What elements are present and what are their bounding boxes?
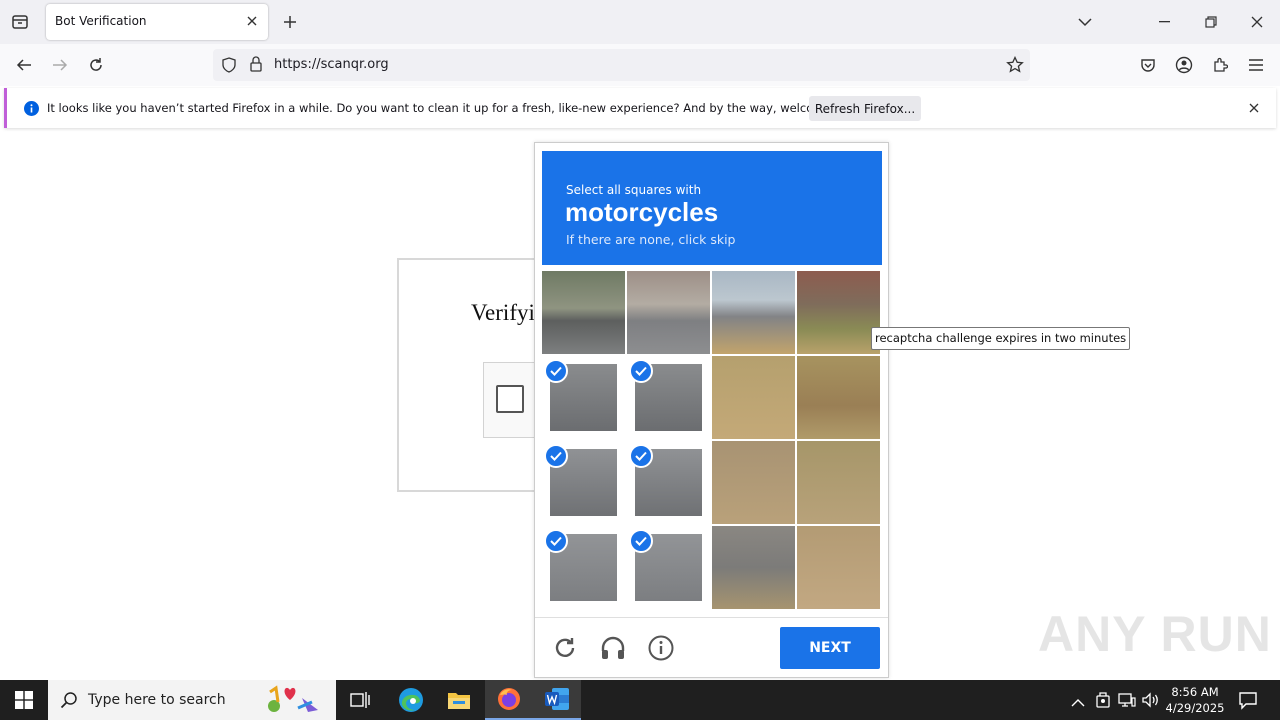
list-all-tabs-icon[interactable] xyxy=(1062,0,1108,44)
tile-image xyxy=(797,441,880,524)
clock-time: 8:56 AM xyxy=(1171,685,1219,699)
reload-challenge-icon[interactable] xyxy=(551,634,579,662)
audio-challenge-icon[interactable] xyxy=(599,634,627,662)
anyrun-watermark: ANY RUN xyxy=(1038,606,1272,662)
tile-image xyxy=(712,441,795,524)
show-hidden-icons-icon[interactable] xyxy=(1071,693,1085,712)
account-icon[interactable] xyxy=(1172,53,1196,77)
challenge-grid xyxy=(542,271,882,609)
volume-icon[interactable] xyxy=(1142,692,1160,712)
search-highlight-icon xyxy=(262,684,328,720)
address-bar[interactable]: https://scanqr.org xyxy=(213,49,1030,81)
tray-app-icon[interactable] xyxy=(1095,691,1111,713)
search-placeholder: Type here to search xyxy=(88,692,226,708)
tile-image xyxy=(797,356,880,439)
captcha-tile[interactable] xyxy=(797,526,880,609)
tab-title: Bot Verification xyxy=(55,14,147,28)
close-window-icon[interactable] xyxy=(1234,0,1280,44)
restore-icon[interactable] xyxy=(1188,0,1234,44)
captcha-tile[interactable] xyxy=(712,356,795,439)
taskbar-search-box[interactable]: Type here to search xyxy=(48,680,336,720)
challenge-hint: If there are none, click skip xyxy=(566,232,736,247)
windows-start-icon[interactable] xyxy=(0,680,48,720)
menu-icon[interactable] xyxy=(1244,53,1268,77)
tracking-shield-icon[interactable] xyxy=(221,57,237,77)
captcha-tile[interactable] xyxy=(542,441,625,524)
captcha-tile[interactable] xyxy=(627,356,710,439)
captcha-tile[interactable] xyxy=(627,441,710,524)
help-info-icon[interactable] xyxy=(647,634,675,662)
clock-date: 4/29/2025 xyxy=(1165,701,1225,715)
captcha-tile[interactable] xyxy=(627,526,710,609)
tile-image xyxy=(542,271,625,354)
recaptcha-checkbox[interactable] xyxy=(496,385,524,413)
challenge-instruction: Select all squares with xyxy=(566,183,702,197)
tab-bot-verification[interactable]: Bot Verification xyxy=(46,4,268,40)
close-tab-icon[interactable] xyxy=(244,13,260,29)
navigation-toolbar: https://scanqr.org xyxy=(0,44,1280,86)
selected-check-icon xyxy=(544,529,568,553)
notification-message: It looks like you haven’t started Firefo… xyxy=(47,101,868,115)
verification-heading: Verifyi xyxy=(471,300,535,325)
new-tab-icon[interactable] xyxy=(280,12,300,32)
info-icon xyxy=(24,101,39,120)
extensions-icon[interactable] xyxy=(1208,53,1232,77)
tile-image xyxy=(712,526,795,609)
tile-image xyxy=(627,271,710,354)
system-clock[interactable]: 8:56 AM 4/29/2025 xyxy=(1162,684,1228,716)
bookmark-star-icon[interactable] xyxy=(1006,55,1024,78)
tab-bar: Bot Verification xyxy=(0,0,1280,44)
captcha-tile[interactable] xyxy=(797,271,880,354)
expiry-tooltip: recaptcha challenge expires in two minut… xyxy=(871,327,1131,350)
lock-icon[interactable] xyxy=(249,56,263,76)
word-taskbar-icon[interactable] xyxy=(533,680,581,720)
captcha-tile[interactable] xyxy=(627,271,710,354)
reload-icon[interactable] xyxy=(84,53,108,77)
selected-check-icon xyxy=(544,359,568,383)
next-button[interactable]: NEXT xyxy=(780,627,880,669)
recaptcha-challenge: Select all squares with motorcycles If t… xyxy=(534,142,889,678)
selected-check-icon xyxy=(629,359,653,383)
challenge-header: Select all squares with motorcycles If t… xyxy=(542,151,882,265)
minimize-icon[interactable] xyxy=(1142,0,1188,44)
captcha-tile[interactable] xyxy=(712,271,795,354)
selected-check-icon xyxy=(629,529,653,553)
tab-list-icon[interactable] xyxy=(8,10,32,34)
windows-taskbar: Type here to search 8:56 AM 4/29/2025 xyxy=(0,680,1280,720)
challenge-target: motorcycles xyxy=(565,197,719,227)
refresh-firefox-button[interactable]: Refresh Firefox... xyxy=(809,96,921,121)
search-icon xyxy=(60,691,78,713)
forward-icon[interactable] xyxy=(48,53,72,77)
captcha-tile[interactable] xyxy=(797,356,880,439)
close-notification-icon[interactable] xyxy=(1246,100,1262,116)
selected-check-icon xyxy=(629,444,653,468)
captcha-tile[interactable] xyxy=(542,356,625,439)
captcha-tile[interactable] xyxy=(712,526,795,609)
tile-image xyxy=(712,356,795,439)
captcha-tile[interactable] xyxy=(712,441,795,524)
url-text[interactable]: https://scanqr.org xyxy=(274,57,389,72)
captcha-tile[interactable] xyxy=(797,441,880,524)
pocket-icon[interactable] xyxy=(1136,53,1160,77)
tile-image xyxy=(712,271,795,354)
network-icon[interactable] xyxy=(1118,692,1136,712)
firefox-taskbar-icon[interactable] xyxy=(485,680,533,720)
file-explorer-icon[interactable] xyxy=(435,680,483,720)
tile-image xyxy=(797,271,880,354)
tile-image xyxy=(797,526,880,609)
challenge-footer: NEXT xyxy=(535,617,888,677)
edge-browser-icon[interactable] xyxy=(387,680,435,720)
task-view-icon[interactable] xyxy=(336,680,384,720)
firefox-refresh-notification: It looks like you haven’t started Firefo… xyxy=(4,88,1276,128)
captcha-tile[interactable] xyxy=(542,526,625,609)
notifications-icon[interactable] xyxy=(1238,690,1258,714)
back-icon[interactable] xyxy=(12,53,36,77)
selected-check-icon xyxy=(544,444,568,468)
captcha-tile[interactable] xyxy=(542,271,625,354)
